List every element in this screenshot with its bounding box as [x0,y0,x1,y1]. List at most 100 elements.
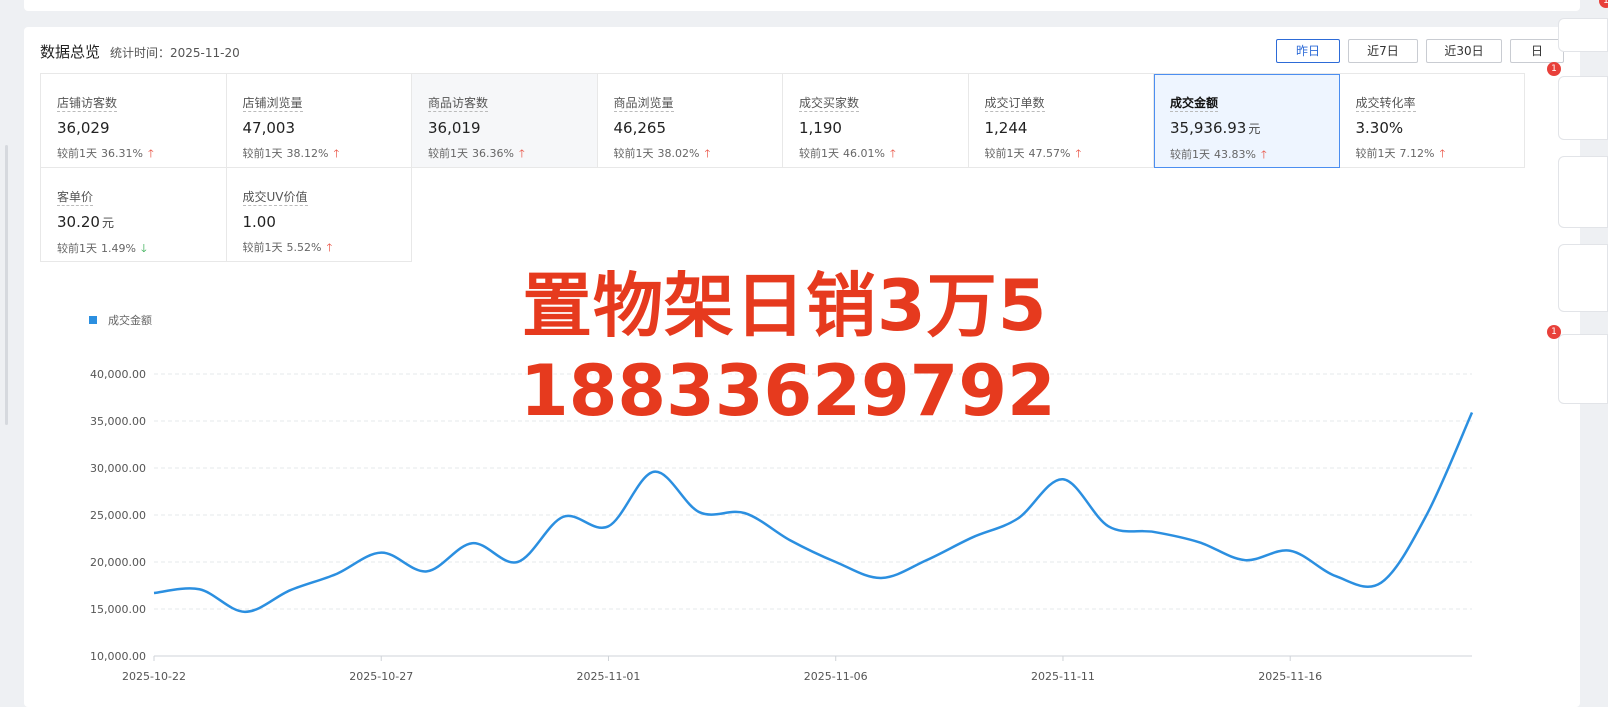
metric-number: 3.30% [1356,119,1404,137]
rail-card[interactable] [1558,18,1608,52]
metric-value: 36,019 [428,119,581,137]
metric-compare: 较前1天 36.36% 🡑 [428,145,581,161]
arrow-up-icon: 🡑 [333,148,339,159]
metric-unit: 元 [1248,122,1260,136]
compare-pct: 47.57% [1029,147,1071,160]
top-card-edge [24,0,1580,11]
stat-time: 统计时间：2025-11-20 [110,44,240,61]
metric-compare: 较前1天36.31%🡑 [57,145,210,161]
rail-card[interactable] [1558,334,1608,404]
metric-shop-visitors[interactable]: 店铺访客数 36,029 较前1天36.31%🡑 [41,74,227,168]
metric-number: 47,003 [243,119,296,137]
metric-label: 商品浏览量 [614,96,674,112]
rail-card[interactable] [1558,244,1608,312]
metric-label: 成交UV价值 [243,190,308,206]
page-scrollbar[interactable] [5,145,8,425]
panel-title: 数据总览 [40,41,100,62]
arrow-up-icon: 🡑 [704,148,710,159]
metric-compare: 较前1天 38.12% 🡑 [243,145,396,161]
metric-shop-pageviews[interactable]: 店铺浏览量 47,003 较前1天 38.12% 🡑 [227,74,413,168]
metric-value: 35,936.93元 [1170,119,1323,138]
notification-badge: 1 [1599,0,1608,8]
rail-card[interactable] [1558,156,1608,228]
date-range-selector: 昨日 近7日 近30日 日 [1276,39,1564,63]
compare-pct: 36.36% [472,147,514,160]
series-line-gmv [154,413,1472,612]
metric-gmv[interactable]: 成交金额 35,936.93元 较前1天43.83%🡑 [1154,74,1340,168]
compare-pct: 46.01% [843,147,885,160]
metric-label: 成交金额 [1170,96,1218,112]
compare-pct: 5.52% [287,241,322,254]
compare-label: 较前1天 [614,145,654,161]
metric-number: 1,244 [985,119,1028,137]
compare-pct: 38.12% [287,147,329,160]
compare-label: 较前1天 [57,240,97,256]
metric-number: 30.20 [57,213,100,231]
metric-value: 46,265 [614,119,767,137]
compare-pct: 1.49% [101,242,136,255]
x-tick-label: 2025-11-11 [1031,670,1095,683]
metric-number: 36,019 [428,119,481,137]
rail-card[interactable] [1558,76,1608,140]
compare-label: 较前1天 [1356,145,1396,161]
arrow-up-icon: 🡑 [519,148,525,159]
compare-label: 较前1天 [799,145,839,161]
metric-value: 30.20元 [57,213,210,232]
metric-value: 1,190 [799,119,952,137]
metric-number: 35,936.93 [1170,119,1246,137]
arrow-up-icon: 🡑 [1439,148,1445,159]
compare-label: 较前1天 [428,145,468,161]
legend-label: 成交金额 [108,313,152,327]
metric-value: 1,244 [985,119,1138,137]
arrow-up-icon: 🡑 [326,242,332,253]
metric-value: 36,029 [57,119,210,137]
right-side-rail: 1 1 1 [1555,0,1608,697]
panel-header: 数据总览 统计时间：2025-11-20 [40,41,240,61]
y-tick-label: 10,000.00 [90,650,146,663]
metric-compare: 较前1天46.01%🡑 [799,145,952,161]
promo-overlay-line1: 置物架日销3万5 [522,250,1047,351]
metric-orders[interactable]: 成交订单数 1,244 较前1天47.57%🡑 [969,74,1155,168]
metric-compare: 较前1天5.52%🡑 [243,239,396,255]
metric-label: 成交订单数 [985,96,1045,112]
metric-label: 店铺浏览量 [243,96,303,112]
arrow-down-icon: 🡓 [141,243,147,254]
metric-compare: 较前1天 1.49% 🡓 [57,240,210,256]
notification-badge: 1 [1547,325,1561,339]
metric-number: 46,265 [614,119,667,137]
metric-value: 47,003 [243,119,396,137]
promo-overlay-line2: 18833629792 [520,350,1056,432]
metric-conversion-rate[interactable]: 成交转化率 3.30% 较前1天7.12%🡑 [1340,74,1526,168]
notification-badge: 1 [1547,62,1561,76]
range-30days-button[interactable]: 近30日 [1426,39,1502,63]
range-7days-button[interactable]: 近7日 [1348,39,1418,63]
metric-uv-value[interactable]: 成交UV价值 1.00 较前1天5.52%🡑 [227,168,413,262]
metric-buyers[interactable]: 成交买家数 1,190 较前1天46.01%🡑 [783,74,969,168]
x-tick-label: 2025-11-06 [804,670,868,683]
compare-pct: 43.83% [1214,148,1256,161]
y-tick-label: 15,000.00 [90,603,146,616]
compare-label: 较前1天 [985,145,1025,161]
metrics-grid: 店铺访客数 36,029 较前1天 36.31% 🡑 店铺浏览量 47,003 较前… [40,73,1525,262]
metric-product-visitors[interactable]: 商品访客数 36,019 较前1天36.36%🡑 [412,74,598,168]
compare-label: 较前1天 [243,145,283,161]
x-tick-label: 2025-10-22 [122,670,186,683]
metric-compare: 较前1天38.02%🡑 [614,145,767,161]
compare-pct: 36.31% [101,147,143,160]
x-tick-label: 2025-11-16 [1258,670,1322,683]
metric-compare: 较前1天47.57%🡑 [985,145,1138,161]
metric-number: 1,190 [799,119,842,137]
metric-label: 成交转化率 [1356,96,1416,112]
metric-label: 店铺访客数 [57,96,117,112]
metric-label: 成交买家数 [799,96,859,112]
range-yesterday-button[interactable]: 昨日 [1276,39,1340,63]
metric-value: 3.30% [1356,119,1509,137]
metric-unit: 元 [102,216,114,230]
metric-product-pageviews[interactable]: 商品浏览量 46,265 较前1天38.02%🡑 [598,74,784,168]
metric-value: 1.00 [243,213,396,231]
metric-compare: 较前1天7.12%🡑 [1356,145,1509,161]
compare-label: 较前1天 [57,145,97,161]
metric-avg-order-value[interactable]: 客单价 30.20元 较前1天1.49%🡓 [41,168,227,262]
y-tick-label: 35,000.00 [90,415,146,428]
x-tick-label: 2025-10-27 [349,670,413,683]
